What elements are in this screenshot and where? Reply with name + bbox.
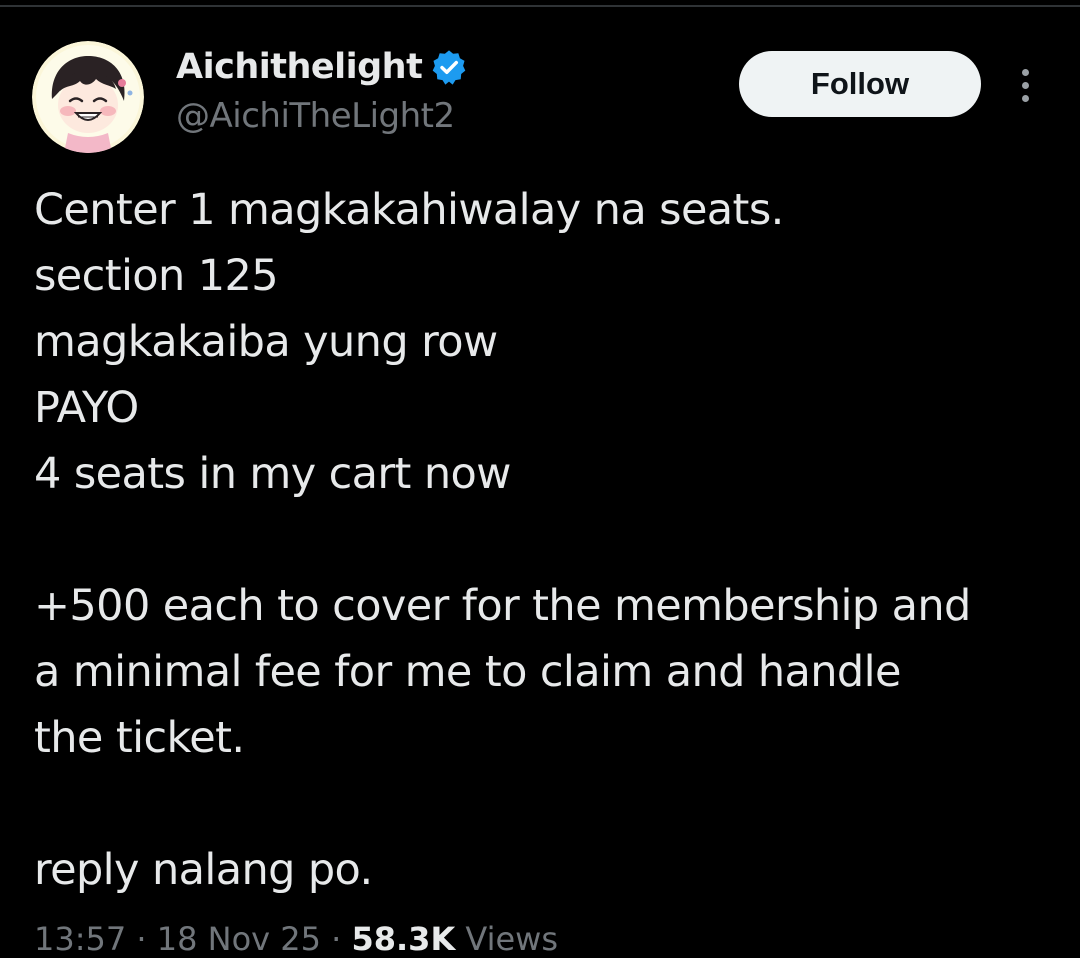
tweet-text-line: the ticket. bbox=[34, 713, 245, 763]
tweet-text-line: magkakaiba yung row bbox=[34, 317, 498, 367]
follow-button[interactable]: Follow bbox=[739, 51, 981, 117]
views-label: Views bbox=[465, 920, 559, 958]
tweet-text-line: Center 1 magkakahiwalay na seats. bbox=[34, 185, 784, 235]
tweet-text-line: +500 each to cover for the membership an… bbox=[34, 581, 971, 631]
tweet-text-line: section 125 bbox=[34, 251, 279, 301]
tweet-text-line: reply nalang po. bbox=[34, 845, 373, 895]
tweet-text-blank-line bbox=[34, 507, 1064, 573]
more-dot bbox=[1021, 81, 1029, 89]
verified-badge-icon[interactable] bbox=[430, 48, 468, 86]
tweet-date[interactable]: 18 Nov 25 bbox=[157, 920, 321, 958]
top-divider bbox=[0, 5, 1080, 7]
meta-separator: · bbox=[331, 920, 342, 958]
avatar-image bbox=[32, 41, 144, 153]
tweet-text-line: 4 seats in my cart now bbox=[34, 449, 511, 499]
more-dot bbox=[1021, 94, 1029, 102]
tweet-text-line: PAYO bbox=[34, 383, 139, 433]
more-vertical-icon[interactable] bbox=[1006, 62, 1044, 108]
author-handle[interactable]: @AichiTheLight2 bbox=[176, 96, 455, 136]
tweet-text: Center 1 magkakahiwalay na seats. sectio… bbox=[34, 177, 1064, 903]
avatar[interactable] bbox=[32, 41, 144, 153]
tweet-meta: 13:57 · 18 Nov 25 · 58.3K Views bbox=[34, 920, 558, 958]
views-count: 58.3K bbox=[351, 920, 456, 958]
tweet-time[interactable]: 13:57 bbox=[34, 920, 126, 958]
author-display-name[interactable]: Aichithelight bbox=[176, 47, 423, 87]
tweet-text-line: a minimal fee for me to claim and handle bbox=[34, 647, 901, 697]
tweet-text-blank-line bbox=[34, 771, 1064, 837]
author-name-row: Aichithelight bbox=[176, 44, 468, 90]
meta-separator: · bbox=[136, 920, 147, 958]
more-dot bbox=[1021, 68, 1029, 76]
